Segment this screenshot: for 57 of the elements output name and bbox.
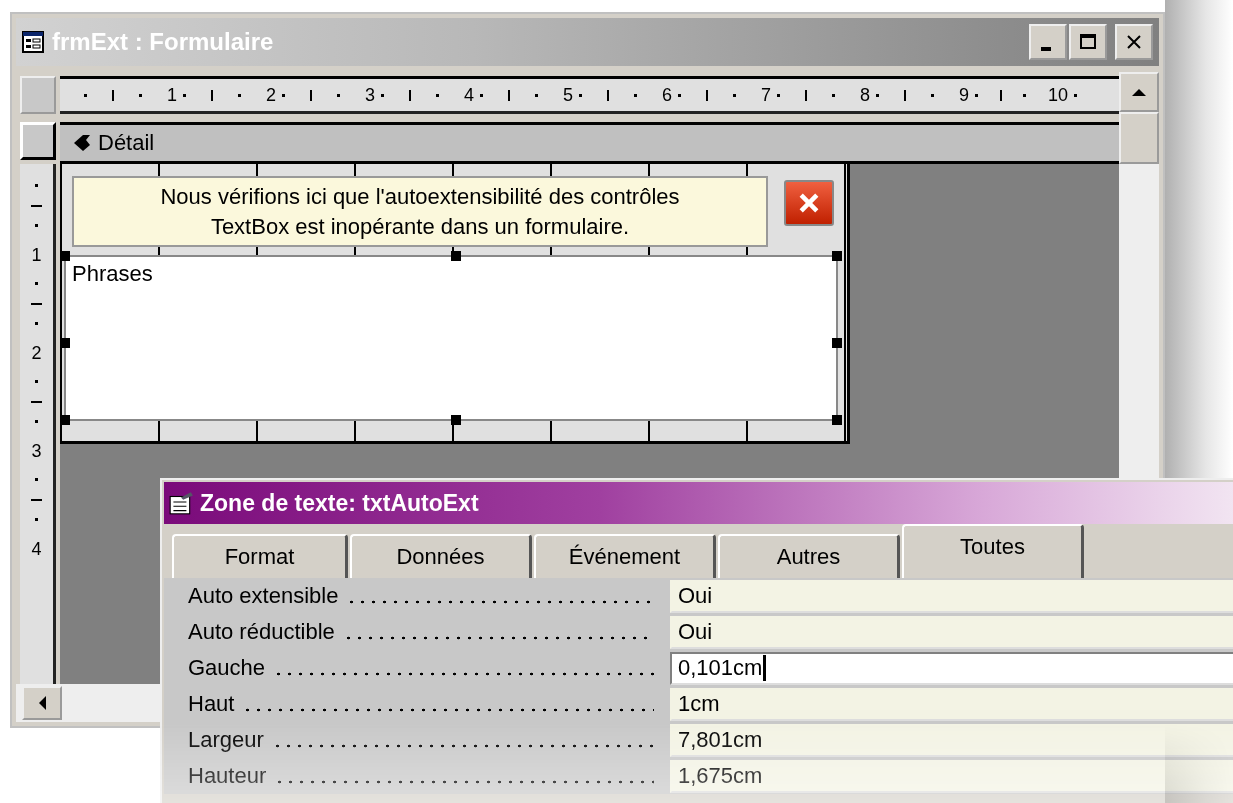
property-label: Hauteur	[188, 763, 267, 789]
ruler-number: 7	[760, 84, 771, 106]
section-title: Détail	[98, 130, 155, 156]
ruler-number: 8	[859, 84, 870, 106]
scroll-up-button[interactable]	[1119, 72, 1159, 112]
resize-handle[interactable]	[451, 415, 461, 426]
ruler-number: 9	[958, 84, 969, 106]
property-label: Largeur	[188, 727, 264, 753]
ruler-number: 4	[463, 84, 474, 106]
tab[interactable]: Autres	[718, 534, 900, 578]
label-control[interactable]: Nous vérifions ici que l'autoextensibilité des contrôles TextBox est inopérante dans un formulaire.	[72, 176, 768, 248]
maximize-button[interactable]	[1069, 24, 1107, 60]
ruler-number: 2	[31, 342, 42, 364]
property-label: Haut	[188, 691, 235, 717]
resize-handle[interactable]	[832, 415, 842, 426]
section-arrow-icon	[72, 133, 92, 153]
property-value-field[interactable]: 1,675cm	[670, 759, 1233, 793]
tab[interactable]: Format	[172, 534, 348, 578]
scroll-left-button[interactable]	[22, 686, 62, 720]
text-cursor	[763, 655, 767, 681]
maximize-icon	[1078, 32, 1098, 52]
property-value-field[interactable]: 0,101cm	[670, 651, 1233, 685]
property-label: Gauche	[188, 655, 266, 681]
tab[interactable]: Toutes	[902, 524, 1084, 578]
ruler-number: 1	[31, 244, 42, 266]
resize-handle[interactable]	[60, 338, 70, 349]
minimize-icon	[1041, 47, 1051, 51]
ruler-number: 6	[661, 84, 672, 106]
resize-handle[interactable]	[832, 251, 842, 262]
ruler-number: 5	[562, 84, 573, 106]
minimize-button[interactable]	[1029, 24, 1067, 60]
ruler-number: 2	[265, 84, 276, 106]
property-value-field[interactable]: 1cm	[670, 687, 1233, 721]
scroll-thumb[interactable]	[1119, 112, 1159, 164]
property-value-field[interactable]: 7,801cm	[670, 723, 1233, 757]
property-value-field[interactable]: Oui	[670, 579, 1233, 613]
resize-handle[interactable]	[60, 415, 70, 426]
property-value-field[interactable]: Oui	[670, 615, 1233, 649]
resize-handle[interactable]	[832, 338, 842, 349]
section-selector[interactable]	[20, 122, 56, 160]
ruler-number: 3	[364, 84, 375, 106]
ruler-number: 1	[166, 84, 177, 106]
property-label: Auto réductible	[188, 619, 335, 645]
resize-handle[interactable]	[60, 251, 70, 262]
property-label: Auto extensible	[188, 583, 339, 609]
properties-icon	[168, 490, 194, 516]
ruler-number: 10	[1047, 84, 1068, 106]
tab[interactable]: Données	[350, 534, 532, 578]
form-icon	[22, 31, 44, 53]
section-header[interactable]: Détail	[60, 122, 1119, 164]
resize-handle[interactable]	[451, 251, 461, 262]
ruler-number: 4	[31, 538, 42, 560]
ruler-number: 3	[31, 440, 42, 462]
window-title: Zone de texte: txtAutoExt	[200, 489, 479, 517]
text-box-value: Phrases	[72, 261, 153, 287]
close-button[interactable]	[784, 180, 834, 226]
tab[interactable]: Événement	[534, 534, 716, 578]
